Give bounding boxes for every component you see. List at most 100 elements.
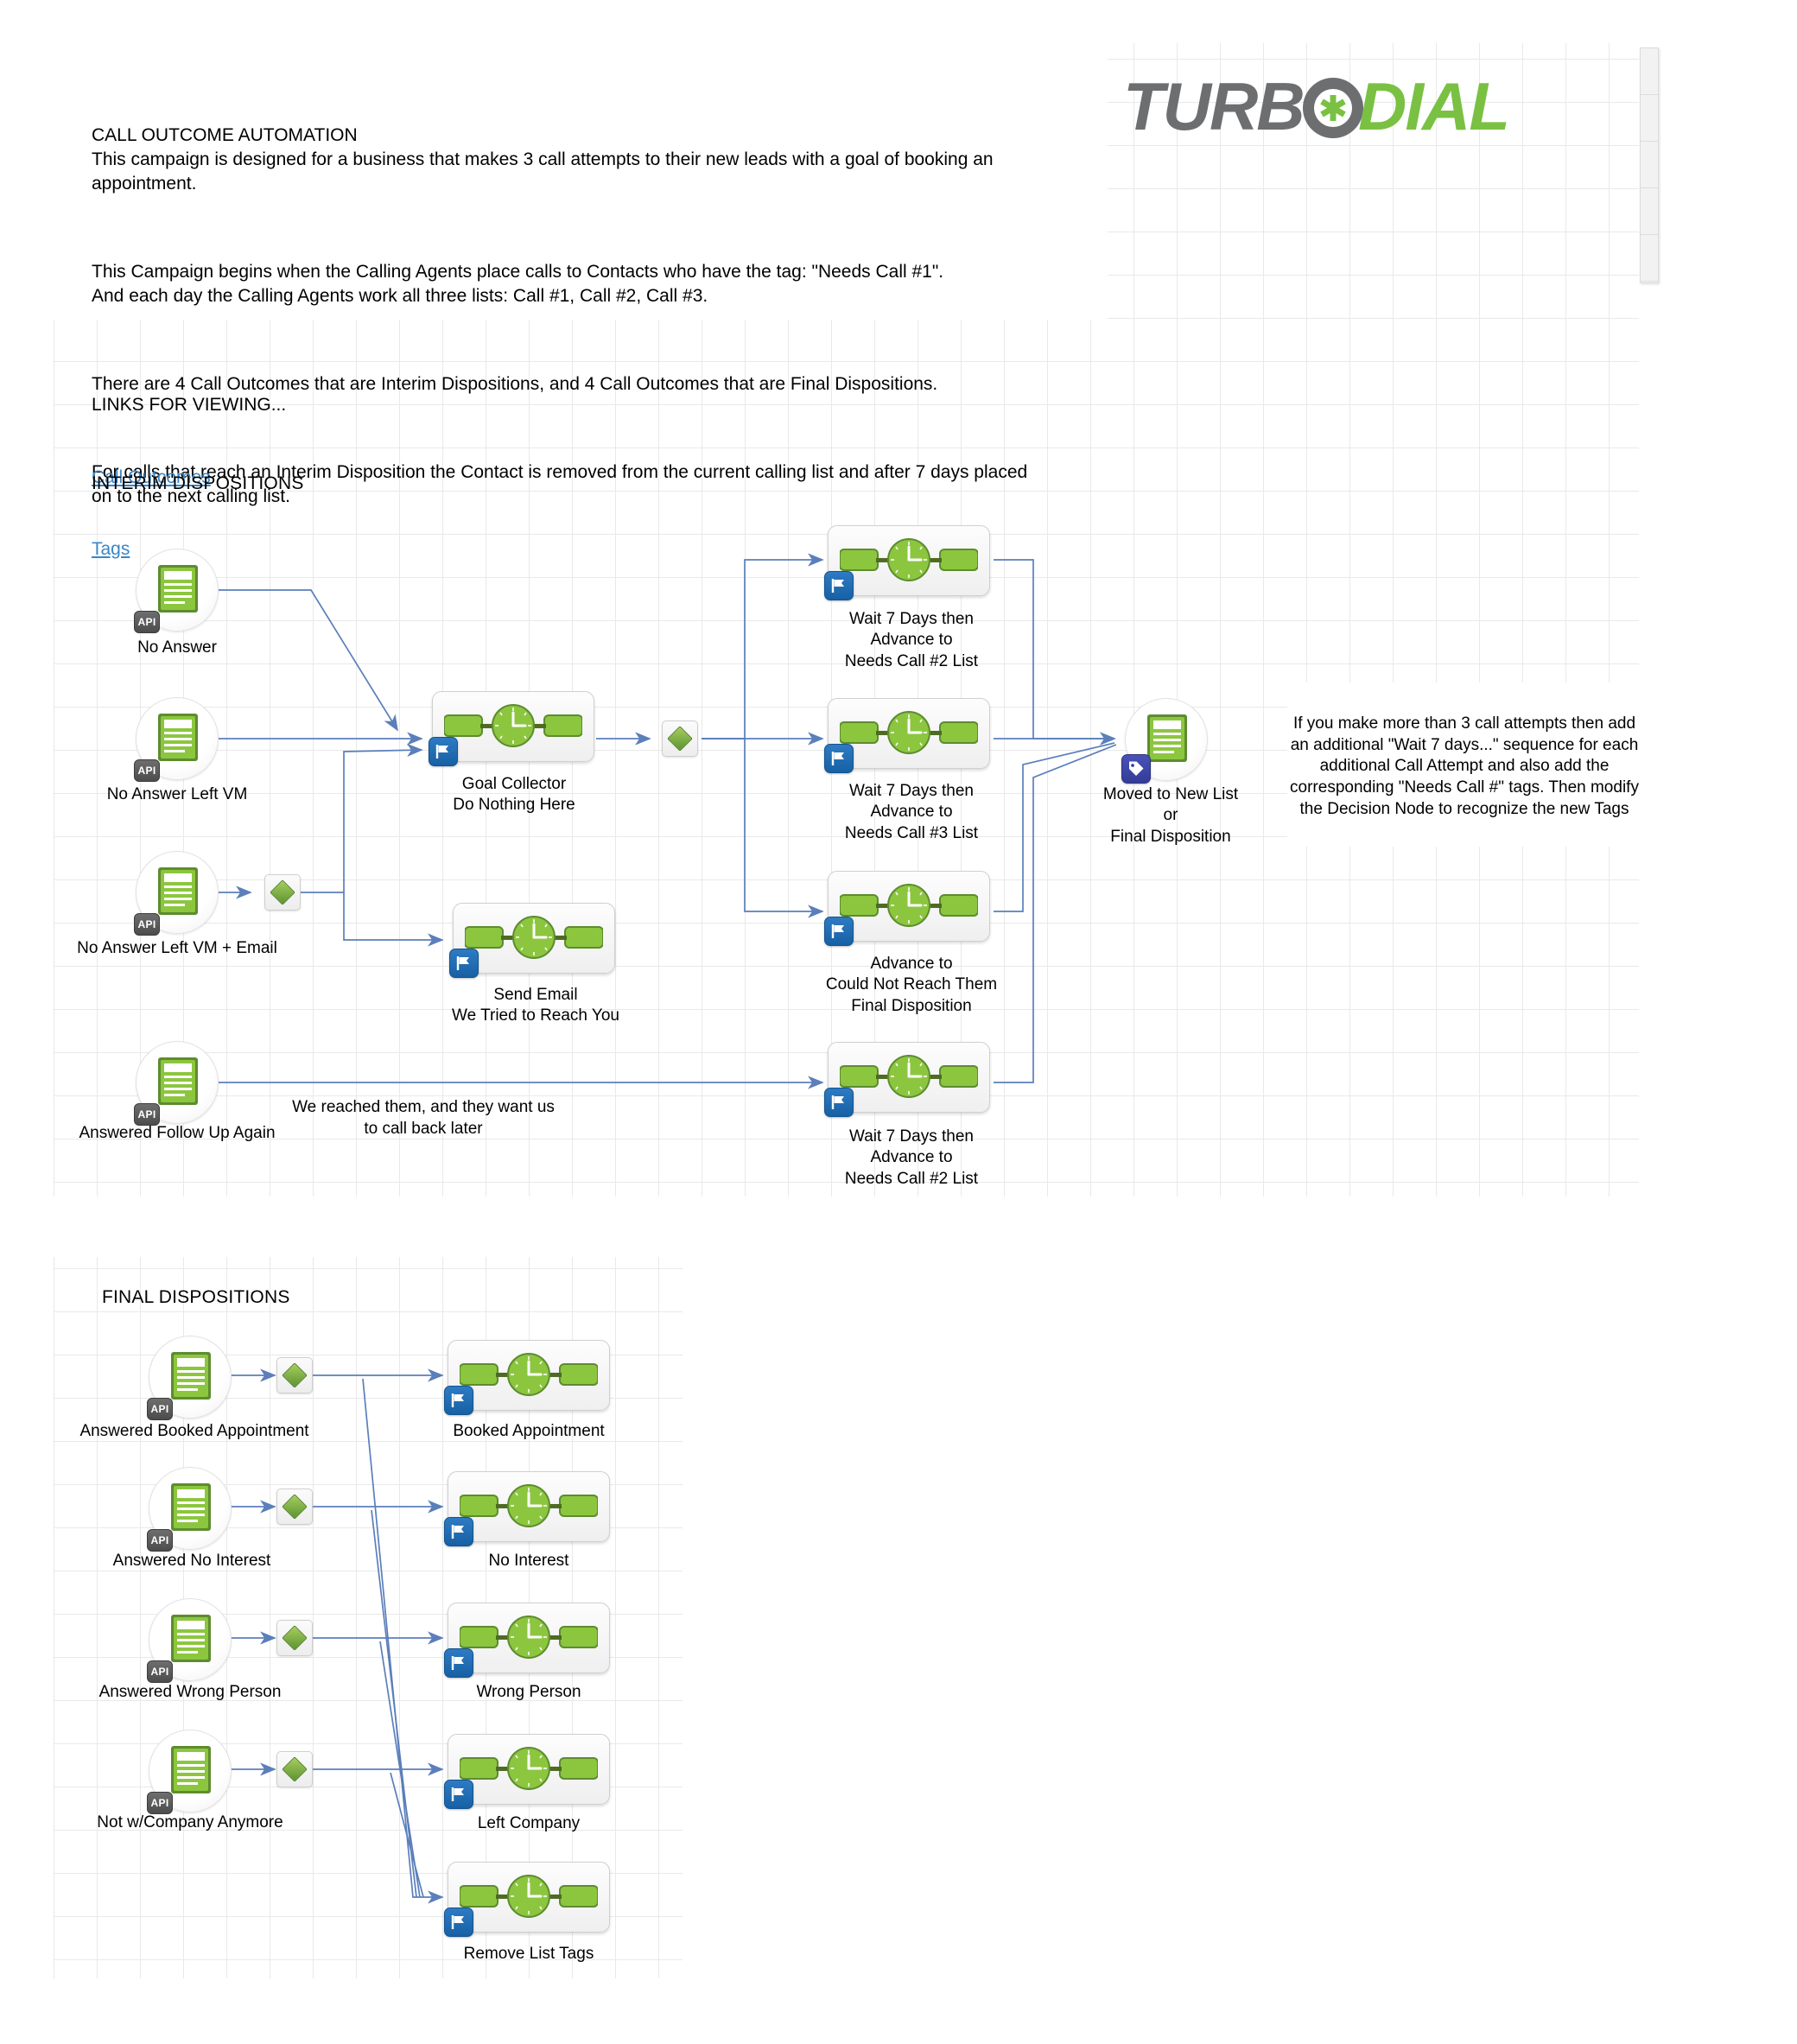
api-node-answered-booked-appointment[interactable]: API	[147, 1336, 232, 1420]
caption-no-answer: No Answer	[137, 638, 217, 657]
timer-sequence-icon	[460, 1483, 598, 1527]
document-icon	[171, 1483, 211, 1531]
api-badge: API	[147, 1529, 173, 1552]
sequence-node-wrong-person[interactable]	[444, 1603, 610, 1678]
document-icon	[171, 1352, 211, 1400]
api-badge: API	[147, 1398, 173, 1420]
timer-sequence-icon	[460, 1615, 598, 1659]
turbodial-logo: TURB DIAL	[1123, 67, 1572, 147]
diagram-page: TURB DIAL CALL OUTCOME AUTOMATION This c…	[0, 0, 1797, 2044]
document-icon	[171, 1746, 211, 1793]
caption-could-not-reach: Advance to Could Not Reach Them Final Di…	[825, 955, 998, 1015]
flag-icon	[444, 1517, 473, 1546]
flag-icon	[824, 917, 854, 946]
api-node-no-answer-left-vm[interactable]: API	[134, 697, 219, 782]
svg-text:DIAL: DIAL	[1358, 68, 1508, 144]
api-node-answered-wrong-person[interactable]: API	[147, 1598, 232, 1683]
flag-icon	[444, 1908, 473, 1937]
decision-node-booked-appointment[interactable]	[276, 1357, 313, 1393]
svg-text:TURB: TURB	[1123, 68, 1304, 144]
timer-sequence-icon	[840, 537, 978, 581]
api-badge: API	[134, 913, 160, 936]
sequence-node-could-not-reach[interactable]	[824, 871, 990, 946]
flag-icon	[444, 1386, 473, 1415]
caption-no-interest: No Interest	[488, 1552, 569, 1570]
caption-answered-follow-up-again: Answered Follow Up Again	[79, 1124, 276, 1142]
panel-segment	[1641, 188, 1658, 235]
api-node-no-answer-left-vm-email[interactable]: API	[134, 851, 219, 936]
timer-sequence-icon	[444, 703, 582, 747]
document-icon	[1147, 714, 1187, 762]
sequence-node-send-email[interactable]	[449, 903, 615, 978]
panel-segment	[1641, 95, 1658, 142]
api-node-answered-follow-up-again[interactable]: API	[134, 1041, 219, 1126]
sequence-node-remove-list-tags[interactable]	[444, 1862, 610, 1937]
intro-paragraph: This Campaign begins when the Calling Ag…	[92, 262, 944, 306]
caption-moved-to-new-list: Moved to New List or Final Disposition	[1102, 785, 1239, 846]
tag-icon	[1121, 754, 1151, 784]
decision-node-wrong-person[interactable]	[276, 1620, 313, 1656]
decision-node-left-company[interactable]	[276, 1751, 313, 1787]
flag-icon	[449, 949, 479, 978]
document-icon	[158, 565, 198, 613]
sequence-node-no-interest[interactable]	[444, 1471, 610, 1546]
flag-icon	[429, 737, 458, 766]
sequence-node-left-company[interactable]	[444, 1734, 610, 1809]
flag-icon	[444, 1648, 473, 1678]
section-title-final: FINAL DISPOSITIONS	[102, 1287, 290, 1307]
timer-sequence-icon	[460, 1352, 598, 1396]
timer-sequence-icon	[465, 915, 603, 959]
document-icon	[171, 1615, 211, 1662]
api-node-answered-no-interest[interactable]: API	[147, 1467, 232, 1552]
sequence-node-booked-appointment[interactable]	[444, 1340, 610, 1415]
right-lower-mask	[683, 1197, 1643, 2043]
api-badge: API	[147, 1660, 173, 1683]
links-heading: LINKS FOR VIEWING...	[92, 395, 287, 416]
timer-sequence-icon	[840, 710, 978, 754]
timer-sequence-icon	[840, 883, 978, 927]
decision-node-interim[interactable]	[662, 720, 698, 757]
api-badge: API	[134, 759, 160, 782]
note-reached-them: We reached them, and they want us to cal…	[292, 1098, 555, 1138]
panel-segment	[1641, 142, 1658, 188]
caption-answered-booked-appointment: Answered Booked Appointment	[79, 1422, 309, 1440]
caption-no-answer-left-vm: No Answer Left VM	[106, 785, 248, 803]
api-node-not-w-company-anymore[interactable]: API	[147, 1730, 232, 1814]
caption-answered-wrong-person: Answered Wrong Person	[98, 1683, 282, 1701]
sequence-node-goal-collector[interactable]	[429, 691, 594, 766]
sequence-node-wait-call2-bottom[interactable]	[824, 1042, 990, 1117]
document-icon	[158, 1057, 198, 1105]
flag-icon	[824, 571, 854, 600]
timer-sequence-icon	[460, 1746, 598, 1790]
flag-icon	[444, 1780, 473, 1809]
caption-wait-call2-bottom: Wait 7 Days then Advance to Needs Call #…	[844, 1127, 979, 1188]
note-additional-attempts: If you make more than 3 call attempts th…	[1290, 714, 1639, 818]
intro-paragraph: CALL OUTCOME AUTOMATION This campaign is…	[92, 125, 994, 194]
sequence-node-wait-call2-top[interactable]	[824, 525, 990, 600]
decision-node-vm-email[interactable]	[264, 874, 301, 911]
panel-segment	[1641, 235, 1658, 282]
sequence-node-wait-call3[interactable]	[824, 698, 990, 773]
api-node-no-answer[interactable]: API	[134, 549, 219, 633]
api-badge: API	[147, 1792, 173, 1814]
caption-wrong-person: Wrong Person	[476, 1683, 581, 1701]
caption-booked-appointment: Booked Appointment	[453, 1422, 605, 1440]
top-mask	[1063, 0, 1643, 43]
caption-answered-no-interest: Answered No Interest	[112, 1552, 271, 1570]
document-icon	[158, 714, 198, 761]
caption-send-email: Send Email We Tried to Reach You	[452, 986, 619, 1025]
caption-no-answer-left-vm-email: No Answer Left VM + Email	[77, 939, 277, 957]
caption-wait-call3: Wait 7 Days then Advance to Needs Call #…	[844, 782, 979, 842]
flag-icon	[824, 1088, 854, 1117]
caption-goal-collector: Goal Collector Do Nothing Here	[453, 775, 575, 815]
section-title-interim: INTERIM DISPOSITIONS	[92, 473, 304, 493]
caption-remove-list-tags: Remove List Tags	[463, 1945, 594, 1963]
timer-sequence-icon	[460, 1874, 598, 1918]
api-node-moved-to-new-list[interactable]	[1121, 698, 1208, 784]
panel-segment	[1641, 48, 1658, 95]
api-badge: API	[134, 611, 160, 633]
caption-wait-call2-top: Wait 7 Days then Advance to Needs Call #…	[844, 610, 979, 670]
right-side-scroll-panel[interactable]	[1640, 48, 1659, 283]
decision-node-no-interest[interactable]	[276, 1489, 313, 1525]
timer-sequence-icon	[840, 1054, 978, 1098]
